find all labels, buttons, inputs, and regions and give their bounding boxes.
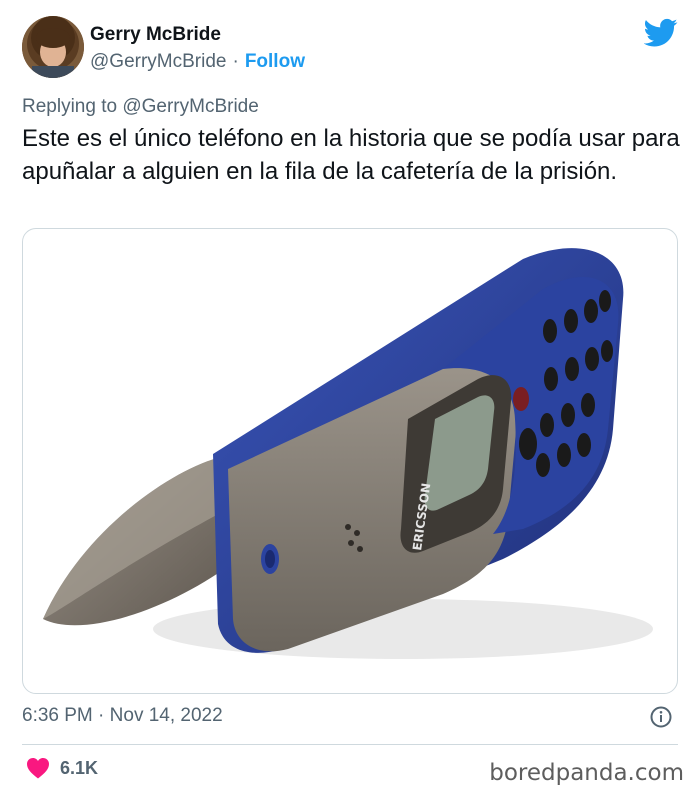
like-count: 6.1K [60, 757, 99, 778]
phone-image: ERICSSON [43, 248, 653, 659]
timestamp[interactable]: 6:36 PM · Nov 14, 2022 [22, 705, 223, 727]
tweet-text: Este es el único teléfono en la historia… [22, 125, 680, 185]
replying-to: Replying to @GerryMcBride [22, 96, 259, 118]
tweet-date: Nov 14, 2022 [109, 705, 223, 726]
tweet-time: 6:36 PM [22, 705, 93, 726]
tweet-media[interactable]: ERICSSON [22, 228, 678, 694]
like-row: 6.1K [26, 757, 98, 779]
heart-icon[interactable] [26, 757, 50, 779]
info-icon[interactable] [650, 706, 672, 728]
watermark: boredpanda.com [489, 760, 684, 786]
replying-prefix: Replying to [22, 96, 118, 117]
avatar-image [22, 16, 84, 78]
follow-button[interactable]: Follow [245, 51, 305, 73]
twitter-bird-icon[interactable] [643, 18, 678, 48]
divider [22, 744, 678, 745]
avatar[interactable] [22, 16, 84, 78]
separator-dot: · [232, 51, 239, 72]
author-name[interactable]: Gerry McBride [90, 24, 221, 46]
timestamp-separator: · [98, 705, 105, 726]
author-handle[interactable]: @GerryMcBride [90, 51, 226, 73]
author-handle-row: @GerryMcBride · Follow [90, 51, 305, 73]
replying-handle[interactable]: @GerryMcBride [122, 96, 258, 117]
